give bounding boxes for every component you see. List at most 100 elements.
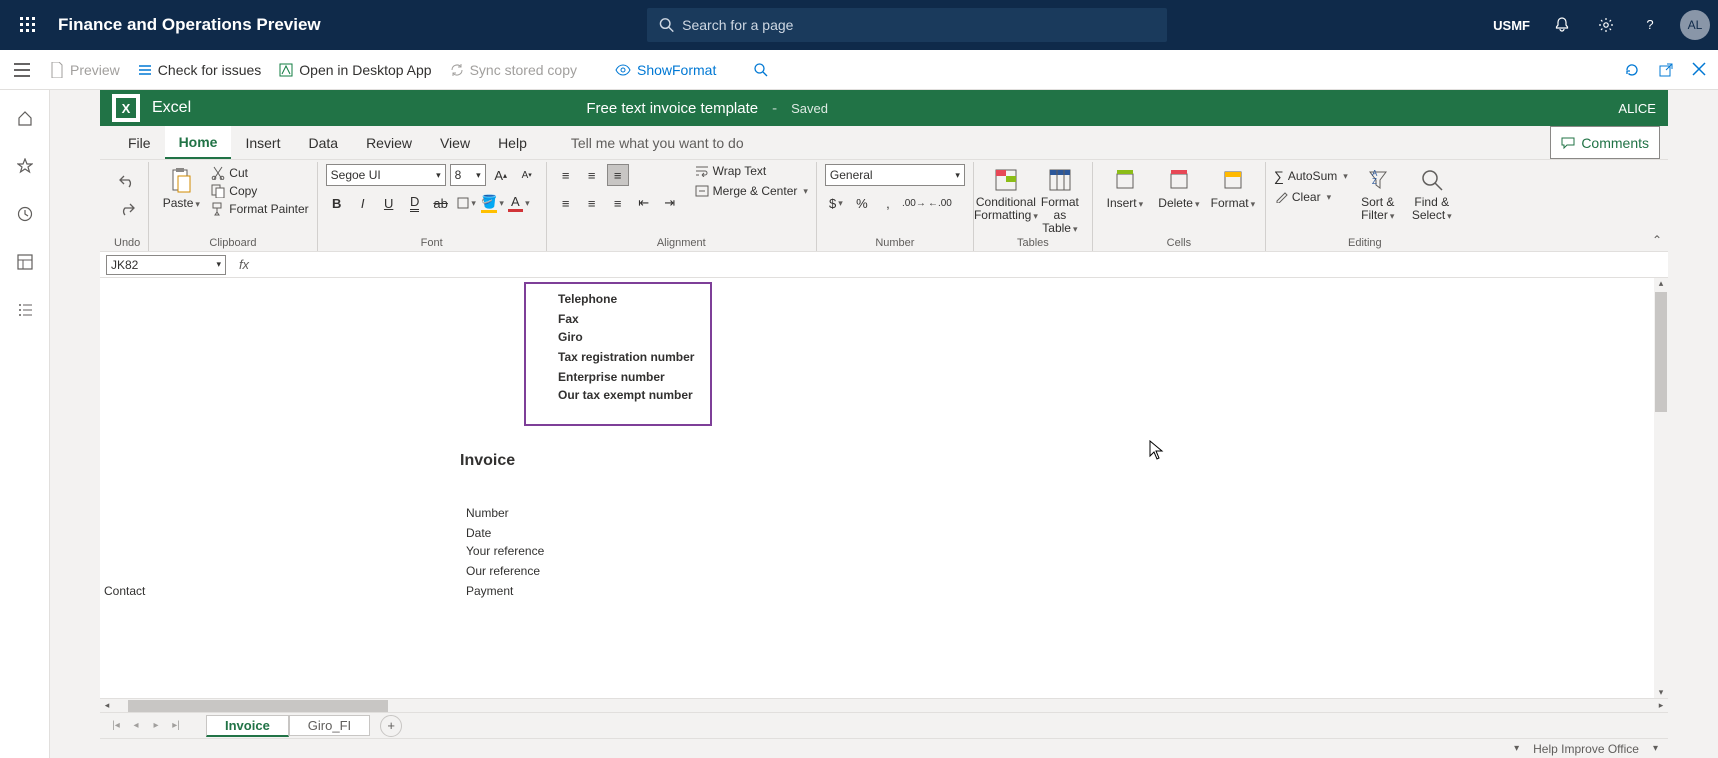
- sheet-nav-last-icon[interactable]: ▸|: [166, 720, 186, 731]
- align-left-icon[interactable]: ≡: [555, 192, 577, 214]
- cell-label[interactable]: Our tax exempt number: [558, 388, 693, 402]
- bold-button[interactable]: B: [326, 192, 348, 214]
- cell-label[interactable]: Telephone: [558, 292, 617, 306]
- sheet-nav-first-icon[interactable]: |◂: [106, 720, 126, 731]
- add-sheet-button[interactable]: +: [380, 715, 402, 737]
- redo-button[interactable]: [116, 198, 138, 220]
- cell-label[interactable]: Giro: [558, 330, 583, 344]
- tab-file[interactable]: File: [114, 126, 165, 159]
- sheet-nav-prev-icon[interactable]: ◂: [126, 720, 146, 731]
- comma-button[interactable]: ,: [877, 192, 899, 214]
- align-middle-icon[interactable]: ≡: [581, 164, 603, 186]
- underline-button[interactable]: U: [378, 192, 400, 214]
- autosum-button[interactable]: ∑AutoSum: [1274, 168, 1348, 184]
- cell-label[interactable]: Our reference: [466, 564, 540, 578]
- increase-font-icon[interactable]: A▴: [490, 164, 512, 186]
- cell-label[interactable]: Number: [466, 506, 509, 520]
- cell-label[interactable]: Payment: [466, 584, 513, 598]
- horizontal-scrollbar[interactable]: ◂ ▸: [100, 698, 1668, 712]
- tab-insert[interactable]: Insert: [231, 126, 294, 159]
- excel-user[interactable]: ALICE: [1618, 101, 1656, 116]
- comments-button[interactable]: Comments: [1550, 126, 1660, 159]
- scroll-left-icon[interactable]: ◂: [100, 700, 114, 711]
- menu-toggle-icon[interactable]: [14, 63, 30, 77]
- refresh-icon[interactable]: [1624, 62, 1640, 78]
- modules-icon[interactable]: [15, 300, 35, 320]
- indent-increase-icon[interactable]: ⇥: [659, 192, 681, 214]
- italic-button[interactable]: I: [352, 192, 374, 214]
- settings-icon[interactable]: [1586, 5, 1626, 45]
- name-box[interactable]: JK82▾: [106, 255, 226, 275]
- tab-home[interactable]: Home: [165, 126, 232, 159]
- cell-label[interactable]: Enterprise number: [558, 370, 665, 384]
- double-underline-button[interactable]: D: [404, 192, 426, 214]
- show-format-button[interactable]: ShowFormat: [615, 62, 716, 78]
- sheet-tab-giro[interactable]: Giro_FI: [289, 715, 370, 736]
- global-search[interactable]: [647, 8, 1167, 42]
- percent-button[interactable]: %: [851, 192, 873, 214]
- sheet-nav-next-icon[interactable]: ▸: [146, 720, 166, 731]
- currency-button[interactable]: $: [825, 192, 847, 214]
- number-format-select[interactable]: General▾: [825, 164, 965, 186]
- close-icon[interactable]: [1692, 62, 1706, 78]
- formula-input[interactable]: [256, 255, 1668, 275]
- insert-cells-button[interactable]: Insert: [1101, 164, 1149, 210]
- increase-decimal-icon[interactable]: .00→: [903, 192, 925, 214]
- open-desktop-button[interactable]: Open in Desktop App: [279, 62, 431, 78]
- fill-color-button[interactable]: 🪣: [482, 192, 504, 214]
- clear-button[interactable]: Clear: [1274, 190, 1348, 204]
- scroll-right-icon[interactable]: ▸: [1654, 700, 1668, 711]
- format-painter-button[interactable]: Format Painter: [211, 202, 308, 216]
- invoice-heading[interactable]: Invoice: [460, 452, 515, 470]
- font-name-select[interactable]: Segoe UI▾: [326, 164, 446, 186]
- format-as-table-button[interactable]: Format as Table: [1036, 164, 1084, 236]
- decrease-decimal-icon[interactable]: ←.00: [929, 192, 951, 214]
- cell-label[interactable]: Date: [466, 526, 491, 540]
- help-icon[interactable]: ?: [1630, 5, 1670, 45]
- border-button[interactable]: [456, 192, 478, 214]
- workspaces-icon[interactable]: [15, 252, 35, 272]
- cell-label[interactable]: Your reference: [466, 544, 544, 558]
- cut-button[interactable]: Cut: [211, 166, 308, 180]
- help-improve-link[interactable]: Help Improve Office: [1533, 742, 1639, 756]
- conditional-formatting-button[interactable]: Conditional Formatting: [982, 164, 1030, 222]
- notifications-icon[interactable]: [1542, 5, 1582, 45]
- font-color-button[interactable]: A: [508, 192, 530, 214]
- strike-button[interactable]: ab: [430, 192, 452, 214]
- tab-view[interactable]: View: [426, 126, 484, 159]
- format-cells-button[interactable]: Format: [1209, 164, 1257, 210]
- worksheet[interactable]: Telephone Fax Giro Tax registration numb…: [100, 278, 1668, 698]
- cell-contact[interactable]: Contact: [104, 584, 145, 598]
- align-center-icon[interactable]: ≡: [581, 192, 603, 214]
- align-bottom-icon[interactable]: ≡: [607, 164, 629, 186]
- app-launcher-icon[interactable]: [8, 5, 48, 45]
- decrease-font-icon[interactable]: A▾: [516, 164, 538, 186]
- wrap-text-button[interactable]: Wrap Text: [695, 164, 808, 178]
- cell-label[interactable]: Fax: [558, 312, 579, 326]
- sheet-tab-invoice[interactable]: Invoice: [206, 715, 289, 737]
- sort-filter-button[interactable]: AZSort & Filter: [1354, 164, 1402, 222]
- tab-data[interactable]: Data: [294, 126, 352, 159]
- preview-button[interactable]: Preview: [50, 62, 120, 78]
- copy-button[interactable]: Copy: [211, 184, 308, 198]
- favorites-icon[interactable]: [15, 156, 35, 176]
- popout-icon[interactable]: [1658, 62, 1674, 78]
- font-size-select[interactable]: 8▾: [450, 164, 486, 186]
- delete-cells-button[interactable]: Delete: [1155, 164, 1203, 210]
- fx-icon[interactable]: fx: [232, 257, 256, 272]
- user-avatar[interactable]: AL: [1680, 10, 1710, 40]
- tab-review[interactable]: Review: [352, 126, 426, 159]
- recent-icon[interactable]: [15, 204, 35, 224]
- find-select-button[interactable]: Find & Select: [1408, 164, 1456, 222]
- cell-label[interactable]: Tax registration number: [558, 350, 694, 364]
- collapse-ribbon-icon[interactable]: ⌃: [1652, 233, 1662, 247]
- undo-button[interactable]: [116, 170, 138, 192]
- vertical-scrollbar[interactable]: ▴ ▾: [1654, 278, 1668, 698]
- home-icon[interactable]: [15, 108, 35, 128]
- align-right-icon[interactable]: ≡: [607, 192, 629, 214]
- tab-help[interactable]: Help: [484, 126, 541, 159]
- merge-center-button[interactable]: Merge & Center: [695, 184, 808, 198]
- company-label[interactable]: USMF: [1493, 18, 1530, 33]
- tell-me-input[interactable]: Tell me what you want to do: [571, 126, 744, 159]
- align-top-icon[interactable]: ≡: [555, 164, 577, 186]
